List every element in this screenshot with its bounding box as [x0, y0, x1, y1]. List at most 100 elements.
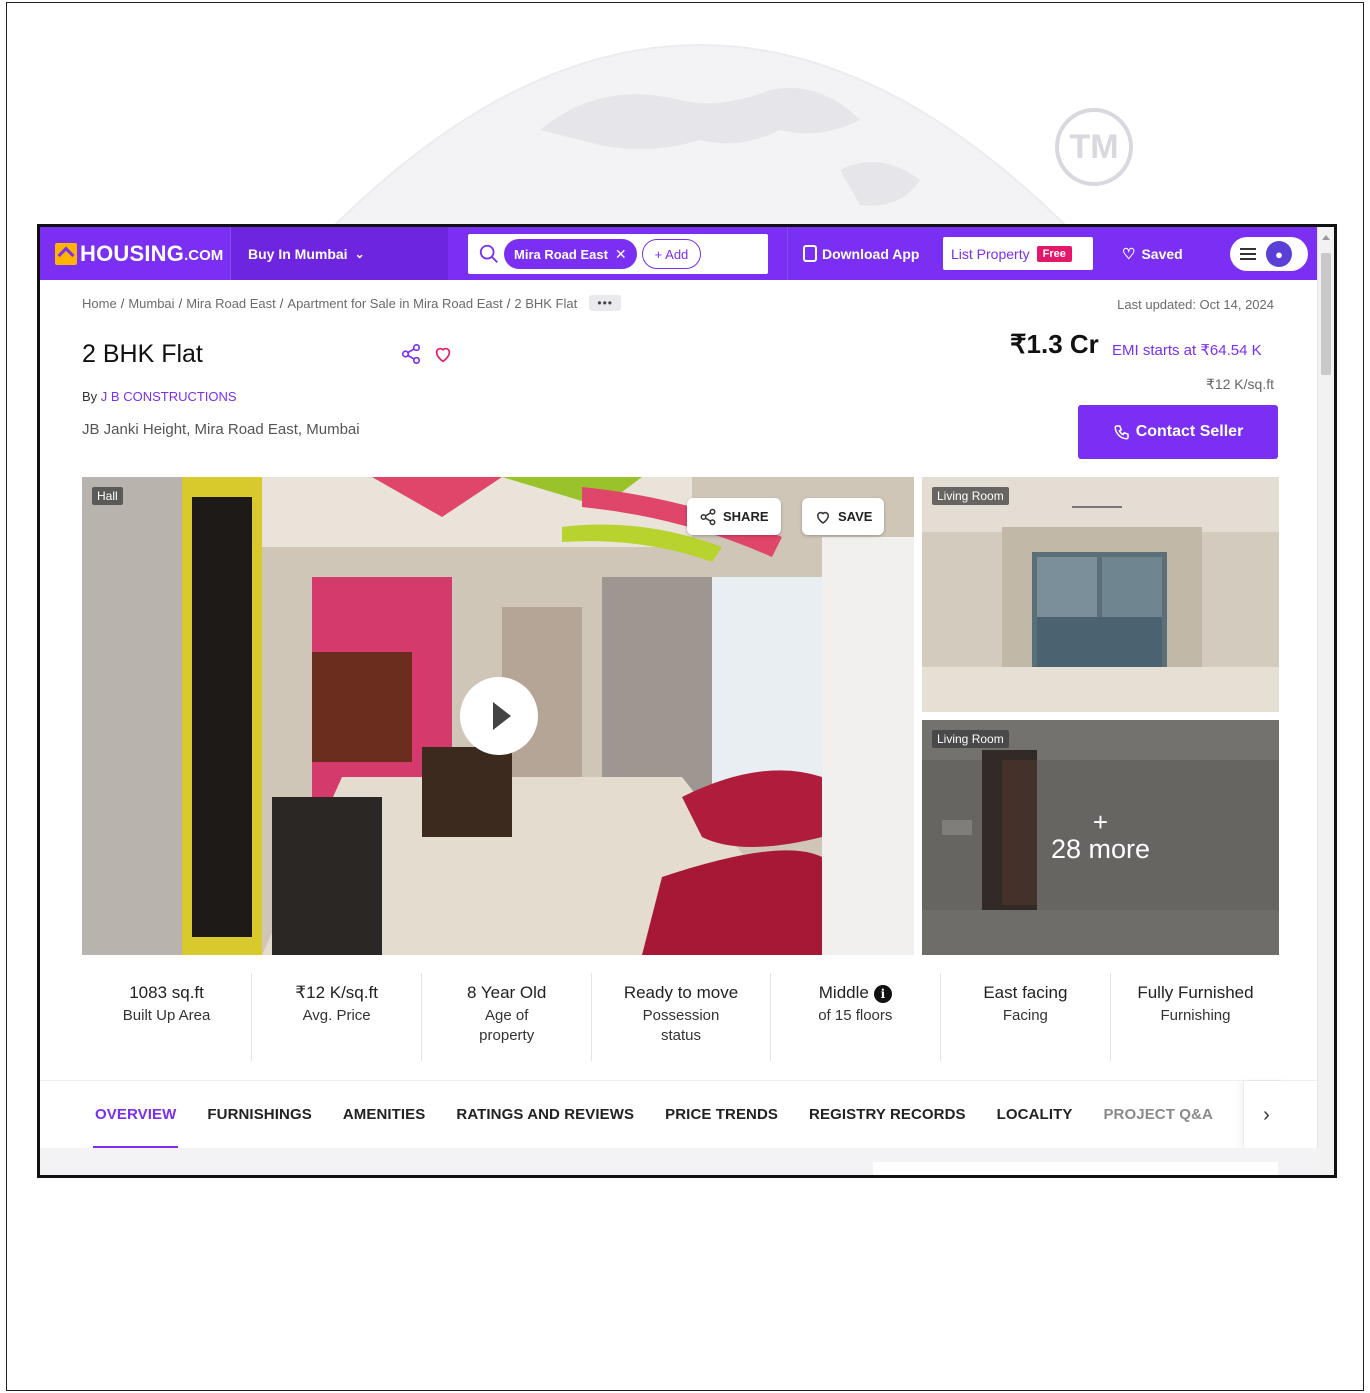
info-icon[interactable]: i	[873, 985, 892, 1003]
photo-tag: Hall	[92, 487, 123, 505]
saved-label: Saved	[1141, 245, 1183, 262]
tab-overview[interactable]: OVERVIEW	[92, 1081, 179, 1149]
heart-icon: ♡	[1122, 245, 1136, 263]
plus-icon: +	[1092, 807, 1109, 837]
stat-avg-price: ₹12 K/sq.ft Avg. Price	[252, 973, 423, 1061]
share-label: SHARE	[723, 509, 769, 524]
logo-suffix: .COM	[184, 247, 224, 264]
stat-built-up-area: 1083 sq.ft Built Up Area	[82, 973, 253, 1061]
list-property-label: List Property	[951, 245, 1030, 262]
by-prefix: By	[82, 389, 98, 404]
tab-locality[interactable]: LOCALITY	[997, 1081, 1073, 1149]
photo-tag: Living Room	[932, 730, 1009, 748]
property-highlights: 1083 sq.ft Built Up Area ₹12 K/sq.ft Avg…	[82, 973, 1280, 1061]
share-icon[interactable]	[400, 343, 422, 365]
scrollbar-thumb[interactable]	[1321, 253, 1331, 375]
stat-value: ₹12 K/sq.ft	[295, 983, 378, 1002]
play-video-button[interactable]	[460, 677, 538, 755]
account-menu[interactable]: ●	[1230, 237, 1308, 271]
title-actions	[400, 343, 454, 365]
location-chip-label: Mira Road East	[514, 246, 608, 262]
side-photo-more[interactable]: + 28 more Living Room	[922, 720, 1279, 955]
stat-value: Fully Furnished	[1137, 983, 1254, 1002]
add-location-button[interactable]: + Add	[641, 239, 702, 269]
stat-age: 8 Year Old Age of property	[422, 973, 593, 1061]
saved-button[interactable]: ♡ Saved	[1122, 227, 1183, 280]
breadcrumb-more-button[interactable]: •••	[589, 295, 622, 311]
stat-label: of 15 floors	[818, 1007, 893, 1024]
property-price: ₹1.3 Cr	[1010, 329, 1099, 359]
stat-value: 8 Year Old	[466, 983, 547, 1002]
close-icon[interactable]: ✕	[615, 246, 627, 263]
download-app-button[interactable]: Download App	[787, 227, 937, 280]
main-photo[interactable]: Hall SHARE SAVE	[82, 477, 914, 955]
property-address: JB Janki Height, Mira Road East, Mumbai	[82, 421, 360, 438]
tab-furnishings[interactable]: FURNISHINGS	[207, 1081, 311, 1149]
breadcrumb-item[interactable]: Mumbai	[128, 296, 174, 311]
side-photo[interactable]: Living Room	[922, 477, 1279, 712]
breadcrumb-item[interactable]: 2 BHK Flat	[514, 296, 577, 311]
stat-label: Facing	[1002, 1007, 1048, 1024]
contact-seller-button[interactable]: Contact Seller	[1078, 405, 1278, 459]
price-per-sqft: ₹12 K/sq.ft	[1205, 376, 1274, 392]
section-tabs: OVERVIEW FURNISHINGS AMENITIES RATINGS A…	[40, 1080, 1320, 1149]
share-icon	[700, 508, 716, 525]
search-bar[interactable]: Mira Road East ✕ + Add	[468, 234, 768, 274]
save-button[interactable]: SAVE	[802, 498, 885, 535]
chevron-down-icon: ⌄	[354, 246, 365, 261]
stat-label: Possession status	[642, 1007, 720, 1044]
list-property-button[interactable]: List Property Free	[943, 237, 1093, 270]
heart-icon[interactable]	[432, 343, 454, 365]
stat-value: East facing	[983, 983, 1068, 1002]
phone-icon	[803, 245, 817, 262]
play-icon	[493, 702, 511, 730]
stat-label: Avg. Price	[302, 1007, 371, 1024]
tab-registry-records[interactable]: REGISTRY RECORDS	[809, 1081, 966, 1149]
top-navbar: HOUSING .COM Buy In Mumbai ⌄ Mira Road E…	[40, 227, 1320, 280]
tab-price-trends[interactable]: PRICE TRENDS	[665, 1081, 778, 1149]
chevron-right-icon[interactable]: ›	[1243, 1081, 1289, 1149]
stat-label: Furnishing	[1160, 1007, 1231, 1024]
emi-link[interactable]: EMI starts at ₹64.54 K	[1112, 341, 1262, 359]
stat-facing: East facing Facing	[941, 973, 1111, 1061]
stat-value: 1083 sq.ft	[129, 983, 204, 1002]
heart-icon	[816, 511, 830, 524]
share-button[interactable]: SHARE	[687, 498, 781, 535]
stat-value: Middle i	[771, 983, 940, 1003]
stat-furnishing: Fully Furnished Furnishing	[1111, 973, 1280, 1061]
search-icon	[479, 244, 498, 263]
more-photos-overlay[interactable]: + 28 more	[922, 720, 1279, 955]
download-app-label: Download App	[822, 245, 920, 262]
avatar-icon: ●	[1266, 241, 1292, 267]
more-photos-count: 28 more	[1050, 834, 1151, 864]
tab-amenities[interactable]: AMENITIES	[343, 1081, 426, 1149]
stat-floor: Middle i of 15 floors	[771, 973, 941, 1061]
floor-value: Middle	[818, 983, 869, 1002]
breadcrumb-item[interactable]: Apartment for Sale in Mira Road East	[287, 296, 502, 311]
phone-icon	[1114, 425, 1129, 440]
breadcrumb: Home / Mumbai / Mira Road East / Apartment …	[82, 295, 622, 311]
stat-value: Ready to move	[623, 983, 739, 1002]
content-card	[873, 1162, 1278, 1175]
housing-logo[interactable]: HOUSING .COM	[40, 227, 230, 280]
browser-window: HOUSING .COM Buy In Mumbai ⌄ Mira Road E…	[37, 224, 1337, 1178]
free-badge: Free	[1036, 245, 1072, 262]
developer-link[interactable]: J B CONSTRUCTIONS	[101, 389, 237, 404]
hamburger-icon	[1240, 248, 1256, 260]
living-room-photo-image	[922, 477, 1279, 712]
location-chip[interactable]: Mira Road East ✕	[504, 239, 637, 269]
page-title: 2 BHK Flat	[82, 340, 203, 368]
buy-in-city-dropdown[interactable]: Buy In Mumbai ⌄	[230, 227, 448, 280]
stat-label: Built Up Area	[122, 1007, 211, 1024]
trademark-watermark: TM	[1055, 108, 1133, 186]
scrollbar[interactable]	[1317, 227, 1334, 1175]
tab-project-qa[interactable]: PROJECT Q&A	[1103, 1081, 1212, 1149]
logo-text: HOUSING	[80, 240, 185, 266]
breadcrumb-item[interactable]: Home	[82, 296, 117, 311]
tab-ratings-and-reviews[interactable]: RATINGS AND REVIEWS	[456, 1081, 634, 1149]
breadcrumb-item[interactable]: Mira Road East	[186, 296, 276, 311]
scroll-up-arrow-icon[interactable]	[1322, 235, 1330, 240]
stat-label: Age of property	[479, 1007, 535, 1044]
last-updated: Last updated: Oct 14, 2024	[1117, 297, 1274, 312]
developer-line: By J B CONSTRUCTIONS	[82, 389, 237, 404]
